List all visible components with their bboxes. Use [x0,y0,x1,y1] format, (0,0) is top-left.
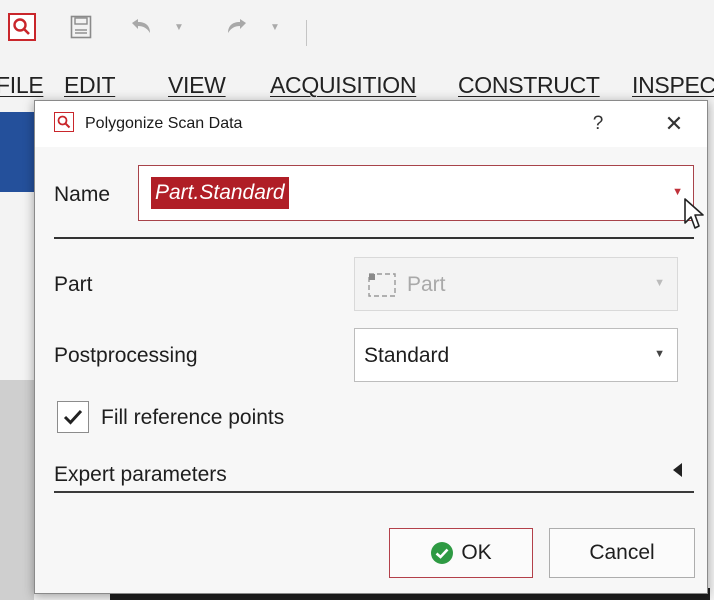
chevron-down-icon: ▼ [654,277,665,289]
name-label: Name [54,183,111,206]
expert-separator [54,491,694,493]
redo-dropdown-icon[interactable]: ▼ [266,12,284,42]
ok-check-icon [430,541,454,565]
help-button[interactable]: ? [583,107,613,141]
background-panel [0,380,34,600]
name-input-value[interactable]: Part.Standard [151,177,289,209]
postprocessing-combobox[interactable]: Standard ▼ [354,328,678,382]
expert-parameters-label[interactable]: Expert parameters [54,463,227,487]
quick-access-toolbar: ▼ ▼ [0,0,714,62]
postprocessing-label: Postprocessing [54,344,198,367]
save-icon[interactable] [66,12,96,42]
cancel-label: Cancel [589,541,655,564]
app-search-icon[interactable] [8,13,36,41]
check-icon [63,409,83,425]
undo-icon[interactable] [126,12,156,42]
search-icon [54,112,74,132]
part-icon [367,272,397,303]
name-combobox[interactable]: Part.Standard ▼ [138,165,694,221]
redo-icon[interactable] [222,12,252,42]
dialog-title: Polygonize Scan Data [85,115,243,132]
part-combobox: Part ▼ [354,257,678,311]
menu-acquisition[interactable]: ACQUISITION [270,72,417,99]
polygonize-dialog: Polygonize Scan Data ? ✕ Name Part.Stand… [34,100,708,594]
ok-label: OK [461,541,492,564]
expand-icon[interactable] [671,461,683,484]
menu-bar: FILE EDIT VIEW ACQUISITION CONSTRUCT INS… [0,62,714,102]
fill-reference-checkbox[interactable] [57,401,89,433]
close-button[interactable]: ✕ [657,107,691,141]
fill-reference-label[interactable]: Fill reference points [101,406,284,430]
postprocessing-value[interactable]: Standard [364,344,449,368]
menu-construct[interactable]: CONSTRUCT [458,72,600,99]
menu-edit[interactable]: EDIT [64,72,116,99]
cancel-button[interactable]: Cancel [549,528,695,578]
ok-button[interactable]: OK [389,528,533,578]
part-value: Part [407,273,446,296]
undo-dropdown-icon[interactable]: ▼ [170,12,188,42]
dialog-titlebar[interactable]: Polygonize Scan Data ? ✕ [35,101,707,147]
chevron-down-icon[interactable]: ▼ [672,186,683,198]
mouse-cursor-icon [683,197,707,236]
menu-view[interactable]: VIEW [168,72,226,99]
menu-inspect[interactable]: INSPEC [632,72,714,99]
name-separator [54,237,694,239]
toolbar-divider [306,20,307,46]
chevron-down-icon[interactable]: ▼ [654,348,665,360]
menu-file[interactable]: FILE [0,72,44,99]
part-label: Part [54,273,93,296]
